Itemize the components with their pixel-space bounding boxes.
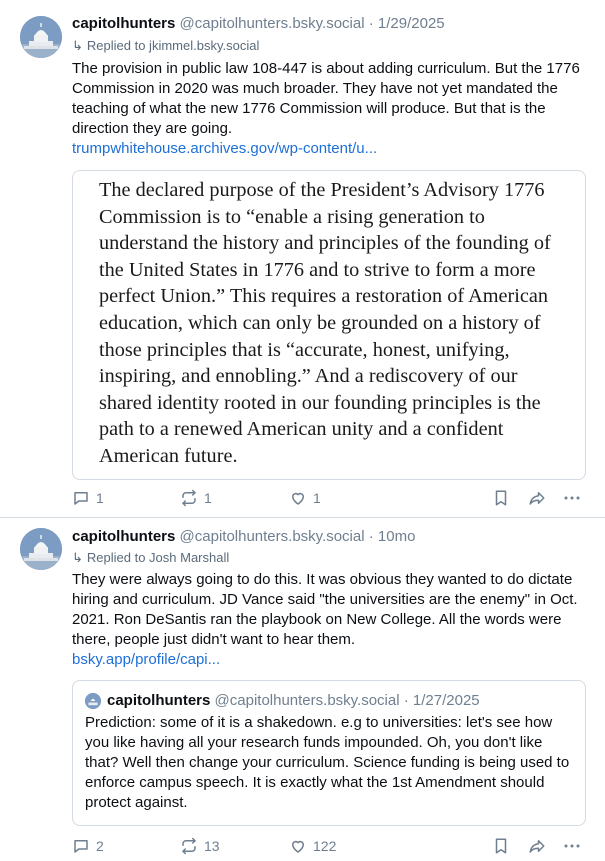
external-link[interactable]: bsky.app/profile/capi...: [72, 651, 220, 668]
replied-to-label: Replied to jkimmel.bsky.social: [86, 38, 260, 53]
meta-separator: ·: [368, 15, 374, 32]
share-button[interactable]: [527, 834, 553, 858]
author-name[interactable]: capitolhunters: [72, 528, 175, 545]
reply-button[interactable]: 2: [72, 834, 104, 858]
reply-arrow-icon: ↳: [72, 38, 83, 53]
avatar-capitol-icon: [20, 16, 62, 58]
repost-count: 1: [204, 490, 212, 506]
heart-icon: [292, 492, 304, 505]
avatar-capitol-icon: [20, 528, 62, 570]
bookmark-icon: [495, 490, 507, 506]
external-link[interactable]: trumpwhitehouse.archives.gov/wp-content/…: [72, 140, 377, 157]
more-icon: [564, 496, 580, 500]
post-date[interactable]: 10mo: [378, 528, 416, 545]
quote-post[interactable]: capitolhunters @capitolhunters.bsky.soci…: [72, 680, 586, 826]
meta-separator: ·: [368, 528, 374, 545]
author-name[interactable]: capitolhunters: [72, 15, 175, 32]
repost-icon: [182, 837, 196, 855]
quote-date: 1/27/2025: [412, 692, 480, 709]
repost-count: 13: [204, 838, 220, 854]
reply-button[interactable]: 1: [72, 486, 104, 510]
replied-to-label: Replied to Josh Marshall: [86, 550, 230, 565]
post-header: capitolhunters @capitolhunters.bsky.soci…: [72, 528, 415, 545]
quote-header: capitolhunters @capitolhunters.bsky.soci…: [107, 692, 480, 709]
post-date[interactable]: 1/29/2025: [378, 15, 445, 32]
bookmark-button[interactable]: [492, 486, 516, 510]
post-text-content: They were always going to do this. It wa…: [72, 571, 578, 648]
reply-arrow-icon: ↳: [72, 550, 83, 565]
avatar[interactable]: [20, 16, 62, 58]
author-handle[interactable]: @capitolhunters.bsky.social: [180, 528, 365, 545]
image-text: The declared purpose of the President’s …: [99, 179, 551, 467]
author-handle[interactable]: @capitolhunters.bsky.social: [180, 15, 365, 32]
action-bar: 2 13 122: [72, 834, 592, 858]
share-button[interactable]: [527, 486, 553, 510]
quote-text: Prediction: some of it is a shakedown. e…: [85, 714, 570, 811]
reply-count: 2: [96, 838, 104, 854]
action-bar: 1 1 1: [72, 486, 592, 510]
more-icon: [564, 844, 580, 848]
repost-button[interactable]: 1: [180, 486, 212, 510]
bookmark-icon: [495, 838, 507, 854]
post-text: The provision in public law 108-447 is a…: [72, 59, 592, 159]
heart-icon: [292, 840, 304, 853]
post-2[interactable]: capitolhunters @capitolhunters.bsky.soci…: [0, 518, 605, 861]
meta-separator: ·: [403, 692, 409, 709]
embedded-image[interactable]: The declared purpose of the President’s …: [72, 170, 586, 480]
quote-avatar: [85, 693, 101, 709]
like-count: 1: [313, 490, 321, 506]
comment-icon: [74, 492, 88, 505]
reply-context[interactable]: ↳ Replied to Josh Marshall: [72, 550, 229, 566]
post-text: They were always going to do this. It wa…: [72, 570, 592, 670]
quote-author-handle: @capitolhunters.bsky.social: [214, 692, 400, 709]
repost-button[interactable]: 13: [180, 834, 220, 858]
post-1[interactable]: capitolhunters @capitolhunters.bsky.soci…: [0, 0, 605, 518]
like-button[interactable]: 122: [289, 834, 336, 858]
more-button[interactable]: [562, 834, 588, 858]
avatar-capitol-icon: [85, 693, 101, 709]
repost-icon: [182, 489, 196, 507]
post-header: capitolhunters @capitolhunters.bsky.soci…: [72, 15, 445, 32]
share-icon: [529, 492, 545, 505]
comment-icon: [74, 840, 88, 853]
bookmark-button[interactable]: [492, 834, 516, 858]
more-button[interactable]: [562, 486, 588, 510]
reply-count: 1: [96, 490, 104, 506]
like-count: 122: [313, 838, 337, 854]
reply-context[interactable]: ↳ Replied to jkimmel.bsky.social: [72, 38, 259, 54]
avatar[interactable]: [20, 528, 62, 570]
share-icon: [529, 840, 545, 853]
quote-author-name: capitolhunters: [107, 692, 211, 709]
like-button[interactable]: 1: [289, 486, 321, 510]
post-text-content: The provision in public law 108-447 is a…: [72, 60, 580, 137]
